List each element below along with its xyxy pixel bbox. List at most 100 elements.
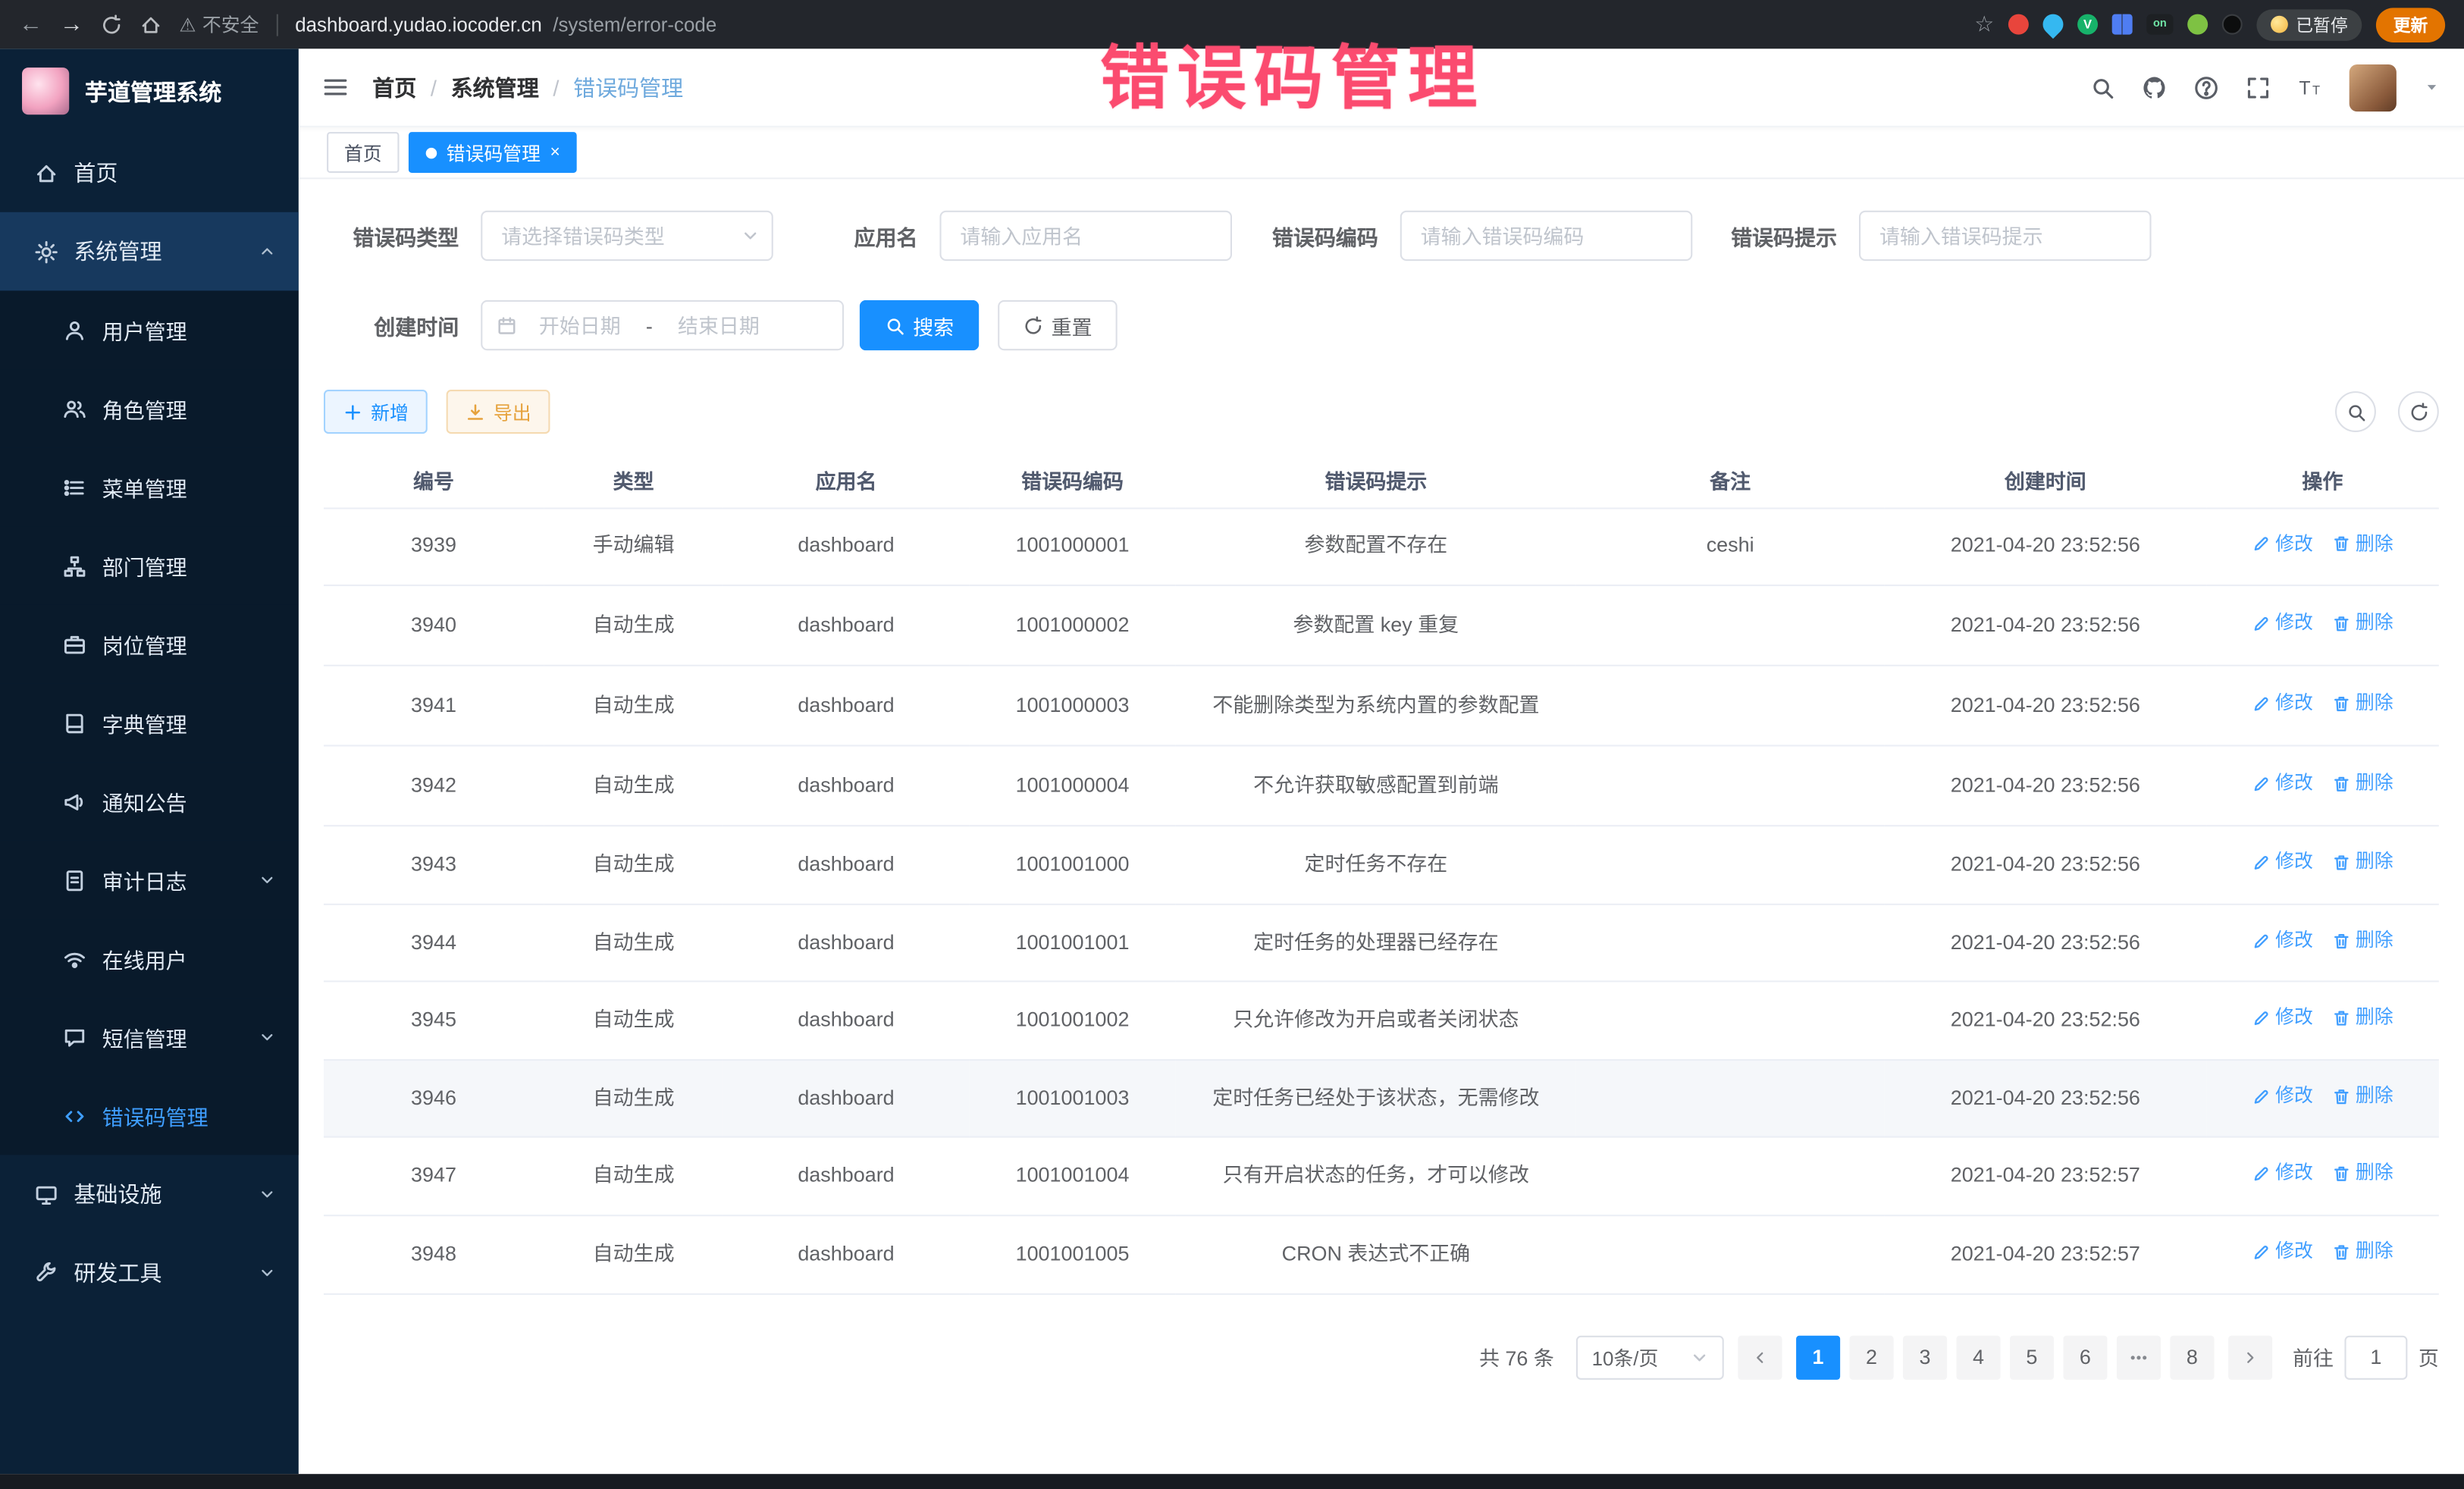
extension-icon-1[interactable] <box>2008 14 2029 35</box>
page-button-5[interactable]: 5 <box>2010 1335 2054 1379</box>
edit-link[interactable]: 修改 <box>2252 531 2313 558</box>
update-button[interactable]: 更新 <box>2376 7 2445 42</box>
cell-msg: 定时任务的处理器已经存在 <box>1176 904 1575 983</box>
forward-icon[interactable]: → <box>60 13 83 36</box>
delete-link[interactable]: 删除 <box>2332 531 2393 558</box>
show-search-button[interactable] <box>2335 391 2376 432</box>
page-button-3[interactable]: 3 <box>1903 1335 1947 1379</box>
sidebar-item-system[interactable]: 系统管理 <box>0 212 299 291</box>
hamburger-icon[interactable] <box>322 74 349 100</box>
edit-link[interactable]: 修改 <box>2252 770 2313 798</box>
sidebar-item-error-code[interactable]: 错误码管理 <box>0 1077 299 1155</box>
tab-error-code[interactable]: 错误码管理× <box>409 132 578 173</box>
edit-link[interactable]: 修改 <box>2252 1161 2313 1188</box>
page-button-8[interactable]: 8 <box>2170 1335 2214 1379</box>
cell-app: dashboard <box>723 904 969 983</box>
page-button-1[interactable]: 1 <box>1796 1335 1840 1379</box>
sidebar-item-online-user[interactable]: 在线用户 <box>0 920 299 998</box>
edit-link[interactable]: 修改 <box>2252 849 2313 876</box>
sidebar-item-dev-tools[interactable]: 研发工具 <box>0 1234 299 1312</box>
tab-close-icon[interactable]: × <box>550 144 560 161</box>
delete-link[interactable]: 删除 <box>2332 610 2393 637</box>
error-type-select-input[interactable] <box>481 211 773 261</box>
start-date-input[interactable] <box>520 314 640 337</box>
edit-link[interactable]: 修改 <box>2252 690 2313 717</box>
sidebar-item-dict[interactable]: 字典管理 <box>0 684 299 763</box>
edit-link[interactable]: 修改 <box>2252 1005 2313 1032</box>
sidebar-item-post[interactable]: 岗位管理 <box>0 605 299 684</box>
browser-home-icon[interactable] <box>140 14 161 36</box>
security-indicator[interactable]: ⚠ 不安全 <box>179 11 259 38</box>
extension-icon-5[interactable]: on <box>2146 14 2173 35</box>
sidebar-item-audit-log[interactable]: 审计日志 <box>0 841 299 920</box>
sidebar-item-home[interactable]: 首页 <box>0 133 299 212</box>
sidebar-item-sms[interactable]: 短信管理 <box>0 998 299 1077</box>
edit-icon <box>2252 1165 2271 1183</box>
sidebar-item-infra[interactable]: 基础设施 <box>0 1155 299 1234</box>
delete-link[interactable]: 删除 <box>2332 690 2393 717</box>
search-button[interactable]: 搜索 <box>860 300 980 350</box>
extension-icon-3[interactable]: V <box>2077 14 2098 35</box>
sidebar-item-user[interactable]: 用户管理 <box>0 290 299 369</box>
fullscreen-icon[interactable] <box>2246 74 2271 99</box>
app-title: 芋道管理系统 <box>85 74 221 108</box>
edit-link[interactable]: 修改 <box>2252 1083 2313 1110</box>
delete-link[interactable]: 删除 <box>2332 927 2393 955</box>
chevron-up-icon <box>258 242 277 261</box>
add-button[interactable]: 新增 <box>324 390 428 434</box>
sidebar-item-role[interactable]: 角色管理 <box>0 369 299 448</box>
delete-link[interactable]: 删除 <box>2332 1005 2393 1032</box>
avatar-caret-icon[interactable] <box>2423 79 2440 96</box>
end-date-input[interactable] <box>659 314 779 337</box>
breadcrumb-item-home[interactable]: 首页 <box>372 71 416 102</box>
extension-icon-4[interactable] <box>2112 14 2133 35</box>
extension-icon-7[interactable] <box>2222 14 2243 35</box>
page-button-6[interactable]: 6 <box>2063 1335 2107 1379</box>
book-icon <box>63 711 86 735</box>
extension-icon-2[interactable] <box>2039 10 2067 39</box>
error-type-select[interactable] <box>481 211 773 261</box>
search-icon[interactable] <box>2090 74 2115 99</box>
delete-link[interactable]: 删除 <box>2332 770 2393 798</box>
bookmark-star-icon[interactable]: ☆ <box>1974 11 1994 38</box>
page-size-select[interactable]: 10条/页 <box>1576 1335 1724 1379</box>
delete-link[interactable]: 删除 <box>2332 1161 2393 1188</box>
edit-link[interactable]: 修改 <box>2252 610 2313 637</box>
sidebar-item-notice[interactable]: 通知公告 <box>0 762 299 841</box>
sidebar-item-menu[interactable]: 菜单管理 <box>0 448 299 527</box>
edit-icon <box>2252 774 2271 793</box>
error-msg-input[interactable] <box>1859 211 2152 261</box>
reload-icon[interactable] <box>101 14 123 36</box>
github-icon[interactable] <box>2142 74 2167 99</box>
briefcase-icon <box>63 632 86 656</box>
address-bar[interactable]: dashboard.yudao.iocoder.cn/system/error-… <box>295 14 716 36</box>
user-avatar[interactable] <box>2350 64 2397 111</box>
edit-link[interactable]: 修改 <box>2252 927 2313 955</box>
reset-button[interactable]: 重置 <box>998 300 1118 350</box>
delete-link[interactable]: 删除 <box>2332 1083 2393 1110</box>
paused-badge[interactable]: 已暂停 <box>2256 8 2362 39</box>
next-page-button[interactable] <box>2228 1335 2272 1379</box>
app-name-input[interactable] <box>939 211 1232 261</box>
error-code-input[interactable] <box>1400 211 1693 261</box>
sidebar-item-dept[interactable]: 部门管理 <box>0 526 299 605</box>
font-size-icon[interactable]: TT <box>2297 74 2322 99</box>
tab-home[interactable]: 首页 <box>327 132 399 173</box>
refresh-table-button[interactable] <box>2398 391 2439 432</box>
breadcrumb-item-system[interactable]: 系统管理 <box>451 71 539 102</box>
extension-icon-6[interactable] <box>2187 14 2208 35</box>
date-range-picker[interactable]: - <box>481 300 844 350</box>
delete-link[interactable]: 删除 <box>2332 1238 2393 1265</box>
help-icon[interactable] <box>2193 74 2218 99</box>
delete-link[interactable]: 删除 <box>2332 849 2393 876</box>
back-icon[interactable]: ← <box>19 13 42 36</box>
cell-type: 自动生成 <box>544 826 723 904</box>
prev-page-button[interactable] <box>1738 1335 1782 1379</box>
page-button-2[interactable]: 2 <box>1850 1335 1894 1379</box>
page-more-button[interactable] <box>2117 1335 2161 1379</box>
goto-page-input[interactable] <box>2344 1335 2407 1379</box>
export-button[interactable]: 导出 <box>447 390 550 434</box>
edit-link[interactable]: 修改 <box>2252 1238 2313 1265</box>
page-button-4[interactable]: 4 <box>1956 1335 2000 1379</box>
app-logo[interactable]: 芋道管理系统 <box>0 49 299 133</box>
